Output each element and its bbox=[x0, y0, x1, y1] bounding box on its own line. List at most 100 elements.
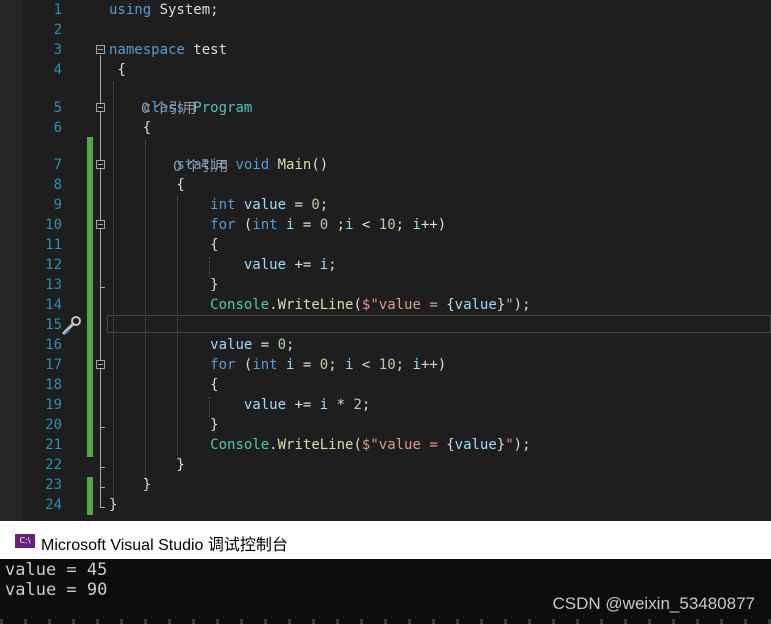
code-token: { bbox=[446, 297, 455, 313]
code-token: int bbox=[252, 217, 287, 233]
code-text: value = 0; bbox=[109, 335, 294, 355]
code-text: namespace test bbox=[109, 40, 227, 60]
code-token: Main bbox=[277, 157, 312, 173]
code-line[interactable]: 6 { bbox=[0, 118, 771, 138]
line-number: 15 bbox=[45, 317, 62, 333]
code-token: } bbox=[496, 437, 506, 453]
code-line[interactable]: 18 { bbox=[0, 375, 771, 395]
code-token: i bbox=[345, 217, 354, 233]
code-line[interactable]: 3 namespace test bbox=[0, 40, 771, 60]
code-line[interactable]: 20 } bbox=[0, 415, 771, 435]
line-number: 17 bbox=[45, 357, 62, 373]
code-text: Console.WriteLine($"value = {value}"); bbox=[109, 435, 531, 455]
code-line[interactable]: 22 } bbox=[0, 455, 771, 475]
code-line[interactable]: 11 { bbox=[0, 235, 771, 255]
code-token: = bbox=[286, 197, 312, 213]
code-line[interactable]: 7 static void Main() bbox=[0, 155, 771, 175]
codelens-references-class[interactable]: 0 个引用 bbox=[0, 79, 771, 117]
code-line[interactable]: 9 int value = 0; bbox=[0, 195, 771, 215]
code-token: for bbox=[210, 217, 244, 233]
code-token: ++) bbox=[420, 217, 447, 233]
code-token: ; bbox=[319, 197, 329, 213]
code-line[interactable]: 1 using System; bbox=[0, 0, 771, 20]
console-window-title: Microsoft Visual Studio 调试控制台 bbox=[41, 537, 288, 554]
code-text: value += i; bbox=[109, 255, 337, 275]
line-number: 9 bbox=[53, 197, 62, 213]
code-token: value bbox=[243, 257, 287, 273]
line-number: 2 bbox=[53, 22, 62, 38]
code-line[interactable]: 2 bbox=[0, 20, 771, 40]
code-line[interactable]: 5 class Program bbox=[0, 98, 771, 118]
code-token: 0 bbox=[311, 197, 320, 213]
code-token: Console bbox=[210, 297, 270, 313]
code-line[interactable]: 17 for (int i = 0; i < 10; i++) bbox=[0, 355, 771, 375]
code-token: 0 bbox=[277, 337, 287, 353]
code-text: } bbox=[109, 495, 117, 515]
line-number: 11 bbox=[45, 237, 62, 253]
code-token: Console bbox=[210, 437, 270, 453]
code-line[interactable]: 19 value += i * 2; bbox=[0, 395, 771, 415]
code-token: . bbox=[269, 437, 278, 453]
code-line[interactable]: 10 for (int i = 0 ;i < 10; i++) bbox=[0, 215, 771, 235]
code-line[interactable]: 13 } bbox=[0, 275, 771, 295]
code-text: value += i * 2; bbox=[109, 395, 370, 415]
line-number: 12 bbox=[45, 257, 62, 273]
code-token: ++) bbox=[420, 357, 447, 373]
code-token: += bbox=[286, 397, 320, 413]
code-token: ); bbox=[513, 437, 531, 453]
code-line[interactable]: 24} bbox=[0, 495, 771, 515]
code-text: int value = 0; bbox=[109, 195, 328, 215]
code-token: WriteLine bbox=[277, 297, 354, 313]
debug-console-titlebar[interactable]: C:\ Microsoft Visual Studio 调试控制台 bbox=[0, 521, 771, 559]
code-token: i bbox=[319, 257, 329, 273]
code-token: } bbox=[109, 497, 118, 513]
code-text: } bbox=[109, 455, 185, 475]
code-token: System; bbox=[159, 2, 219, 18]
code-line[interactable]: 21 Console.WriteLine($"value = {value}")… bbox=[0, 435, 771, 455]
codelens-references-main[interactable]: 0 个引用 bbox=[0, 137, 771, 175]
code-token: for bbox=[210, 357, 244, 373]
code-text: { bbox=[109, 175, 184, 195]
line-number: 21 bbox=[45, 437, 62, 453]
code-editor[interactable]: 1 using System; 2 3 namespace test 4 { 5 class… bbox=[0, 0, 771, 521]
line-number: 10 bbox=[45, 217, 62, 233]
code-token: i bbox=[319, 397, 329, 413]
code-token: } bbox=[109, 457, 185, 473]
code-token: < bbox=[353, 357, 379, 373]
line-number: 14 bbox=[45, 297, 62, 313]
line-number: 6 bbox=[53, 120, 62, 136]
code-token: WriteLine bbox=[277, 437, 354, 453]
code-line[interactable]: 23 } bbox=[0, 475, 771, 495]
code-token: value bbox=[210, 337, 253, 353]
code-token: i bbox=[412, 217, 421, 233]
code-text: Console.WriteLine($"value = {value}"); bbox=[109, 295, 530, 315]
code-token: " bbox=[505, 297, 514, 313]
code-line[interactable]: 12 value += i; bbox=[0, 255, 771, 275]
code-line[interactable]: 4 { bbox=[0, 60, 771, 80]
code-token: 0 bbox=[319, 217, 329, 233]
code-token: { bbox=[109, 237, 219, 253]
code-text: } bbox=[109, 475, 151, 495]
console-app-icon: C:\ bbox=[15, 534, 35, 548]
code-token: } bbox=[496, 297, 506, 313]
code-token: { bbox=[109, 120, 152, 136]
code-token: ; bbox=[328, 217, 346, 233]
code-token: } bbox=[109, 477, 152, 493]
code-token: using bbox=[109, 2, 160, 18]
line-number: 3 bbox=[53, 42, 62, 58]
code-token: value bbox=[454, 297, 497, 313]
code-token: * bbox=[328, 397, 354, 413]
code-text: for (int i = 0; i < 10; i++) bbox=[109, 355, 446, 375]
code-token: ( bbox=[353, 437, 362, 453]
code-line[interactable]: 15 bbox=[0, 315, 771, 335]
code-token: $"value = bbox=[361, 297, 447, 313]
debug-console-output[interactable]: value = 45 value = 90 CSDN @weixin_53480… bbox=[0, 559, 771, 624]
code-token: . bbox=[269, 297, 278, 313]
code-line[interactable]: 16 value = 0; bbox=[0, 335, 771, 355]
code-line[interactable]: 8 { bbox=[0, 175, 771, 195]
code-token: ; bbox=[395, 357, 413, 373]
code-line[interactable]: 14 Console.WriteLine($"value = {value}")… bbox=[0, 295, 771, 315]
